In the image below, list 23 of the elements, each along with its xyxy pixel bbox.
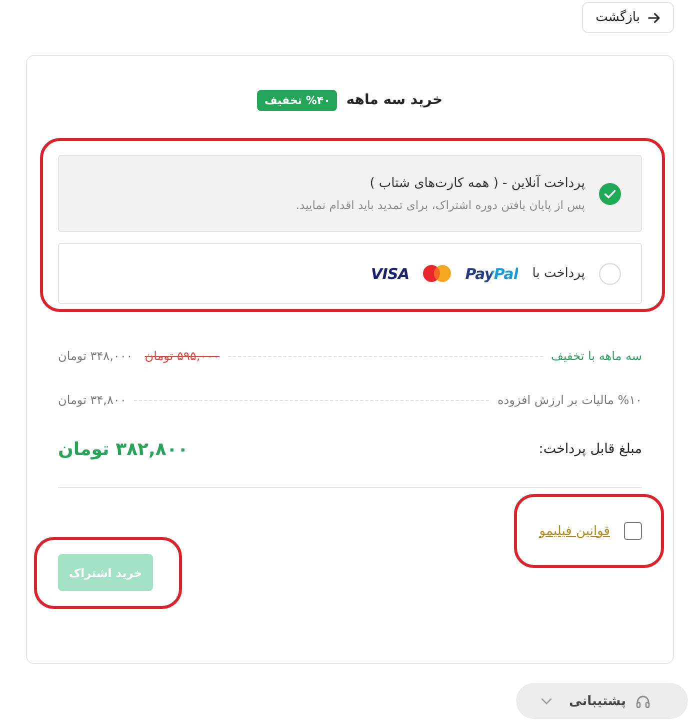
total-amount: ۳۸۲,۸۰۰ تومان bbox=[58, 438, 188, 460]
old-price: ۵۹۵,۰۰۰ تومان bbox=[144, 349, 220, 363]
card-logo-icon bbox=[423, 265, 452, 282]
summary-price: ۳۴,۸۰۰ تومان bbox=[58, 393, 126, 407]
discount-badge: %۴۰ تخفیف bbox=[257, 90, 338, 110]
support-button[interactable]: پشتیبانی bbox=[516, 683, 688, 719]
payment-option[interactable]: پرداخت آنلاین - ( همه کارت‌های شتاب ) پس از پایان یافتن دوره اشتراک، برای تمدید باید اقدام نمایید. bbox=[58, 155, 642, 232]
arrow-right-icon bbox=[648, 12, 660, 22]
plan-title: خرید سه ماهه bbox=[346, 92, 443, 108]
radio-button[interactable] bbox=[599, 182, 621, 204]
payment-logo: VISA bbox=[370, 264, 410, 282]
radio-button[interactable] bbox=[599, 262, 621, 284]
total-label: مبلغ قابل پرداخت: bbox=[538, 441, 642, 457]
checkbox[interactable] bbox=[624, 522, 642, 540]
headphones-icon bbox=[636, 694, 650, 708]
option-title: پرداخت با bbox=[532, 266, 585, 281]
payment-logo: PayPal bbox=[465, 264, 518, 282]
summary-label: سه ماهه با تخفیف bbox=[551, 349, 642, 363]
summary-label: %۱۰ مالیات بر ارزش افزوده bbox=[497, 393, 642, 407]
back-button[interactable]: بازگشت bbox=[582, 2, 674, 33]
option-title: پرداخت آنلاین - ( همه کارت‌های شتاب ) bbox=[368, 176, 585, 190]
summary-price: ۳۴۸,۰۰۰ تومان bbox=[58, 349, 133, 363]
option-description: پس از پایان یافتن دوره اشتراک، برای تمدید باید اقدام نمایید. bbox=[296, 198, 585, 212]
